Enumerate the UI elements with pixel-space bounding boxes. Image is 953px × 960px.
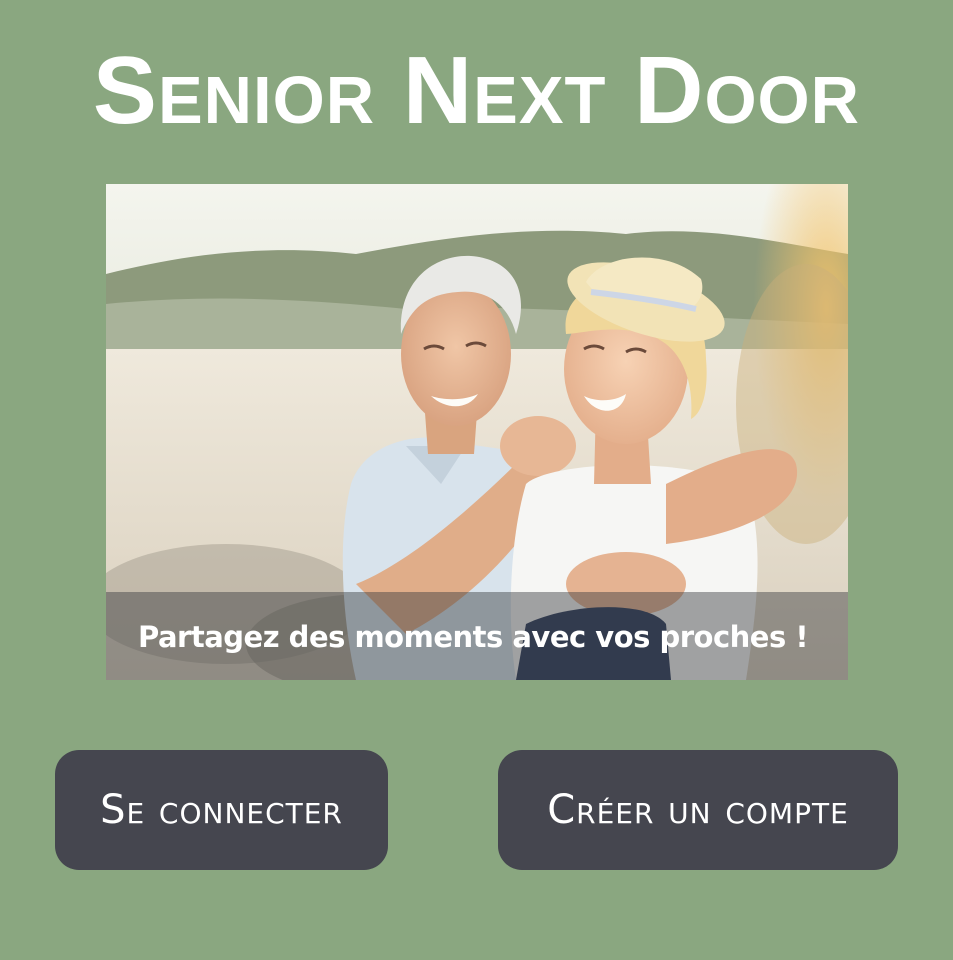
app-title: Senior Next Door	[92, 37, 861, 144]
hero-banner: Partagez des moments avec vos proches !	[106, 184, 848, 680]
login-button-label: Se connecter	[100, 787, 343, 833]
hero-caption-bar: Partagez des moments avec vos proches !	[106, 592, 848, 680]
hero-caption: Partagez des moments avec vos proches !	[138, 620, 809, 654]
login-button[interactable]: Se connecter	[55, 750, 388, 870]
signup-button[interactable]: Créer un compte	[498, 750, 898, 870]
signup-button-label: Créer un compte	[547, 787, 849, 833]
